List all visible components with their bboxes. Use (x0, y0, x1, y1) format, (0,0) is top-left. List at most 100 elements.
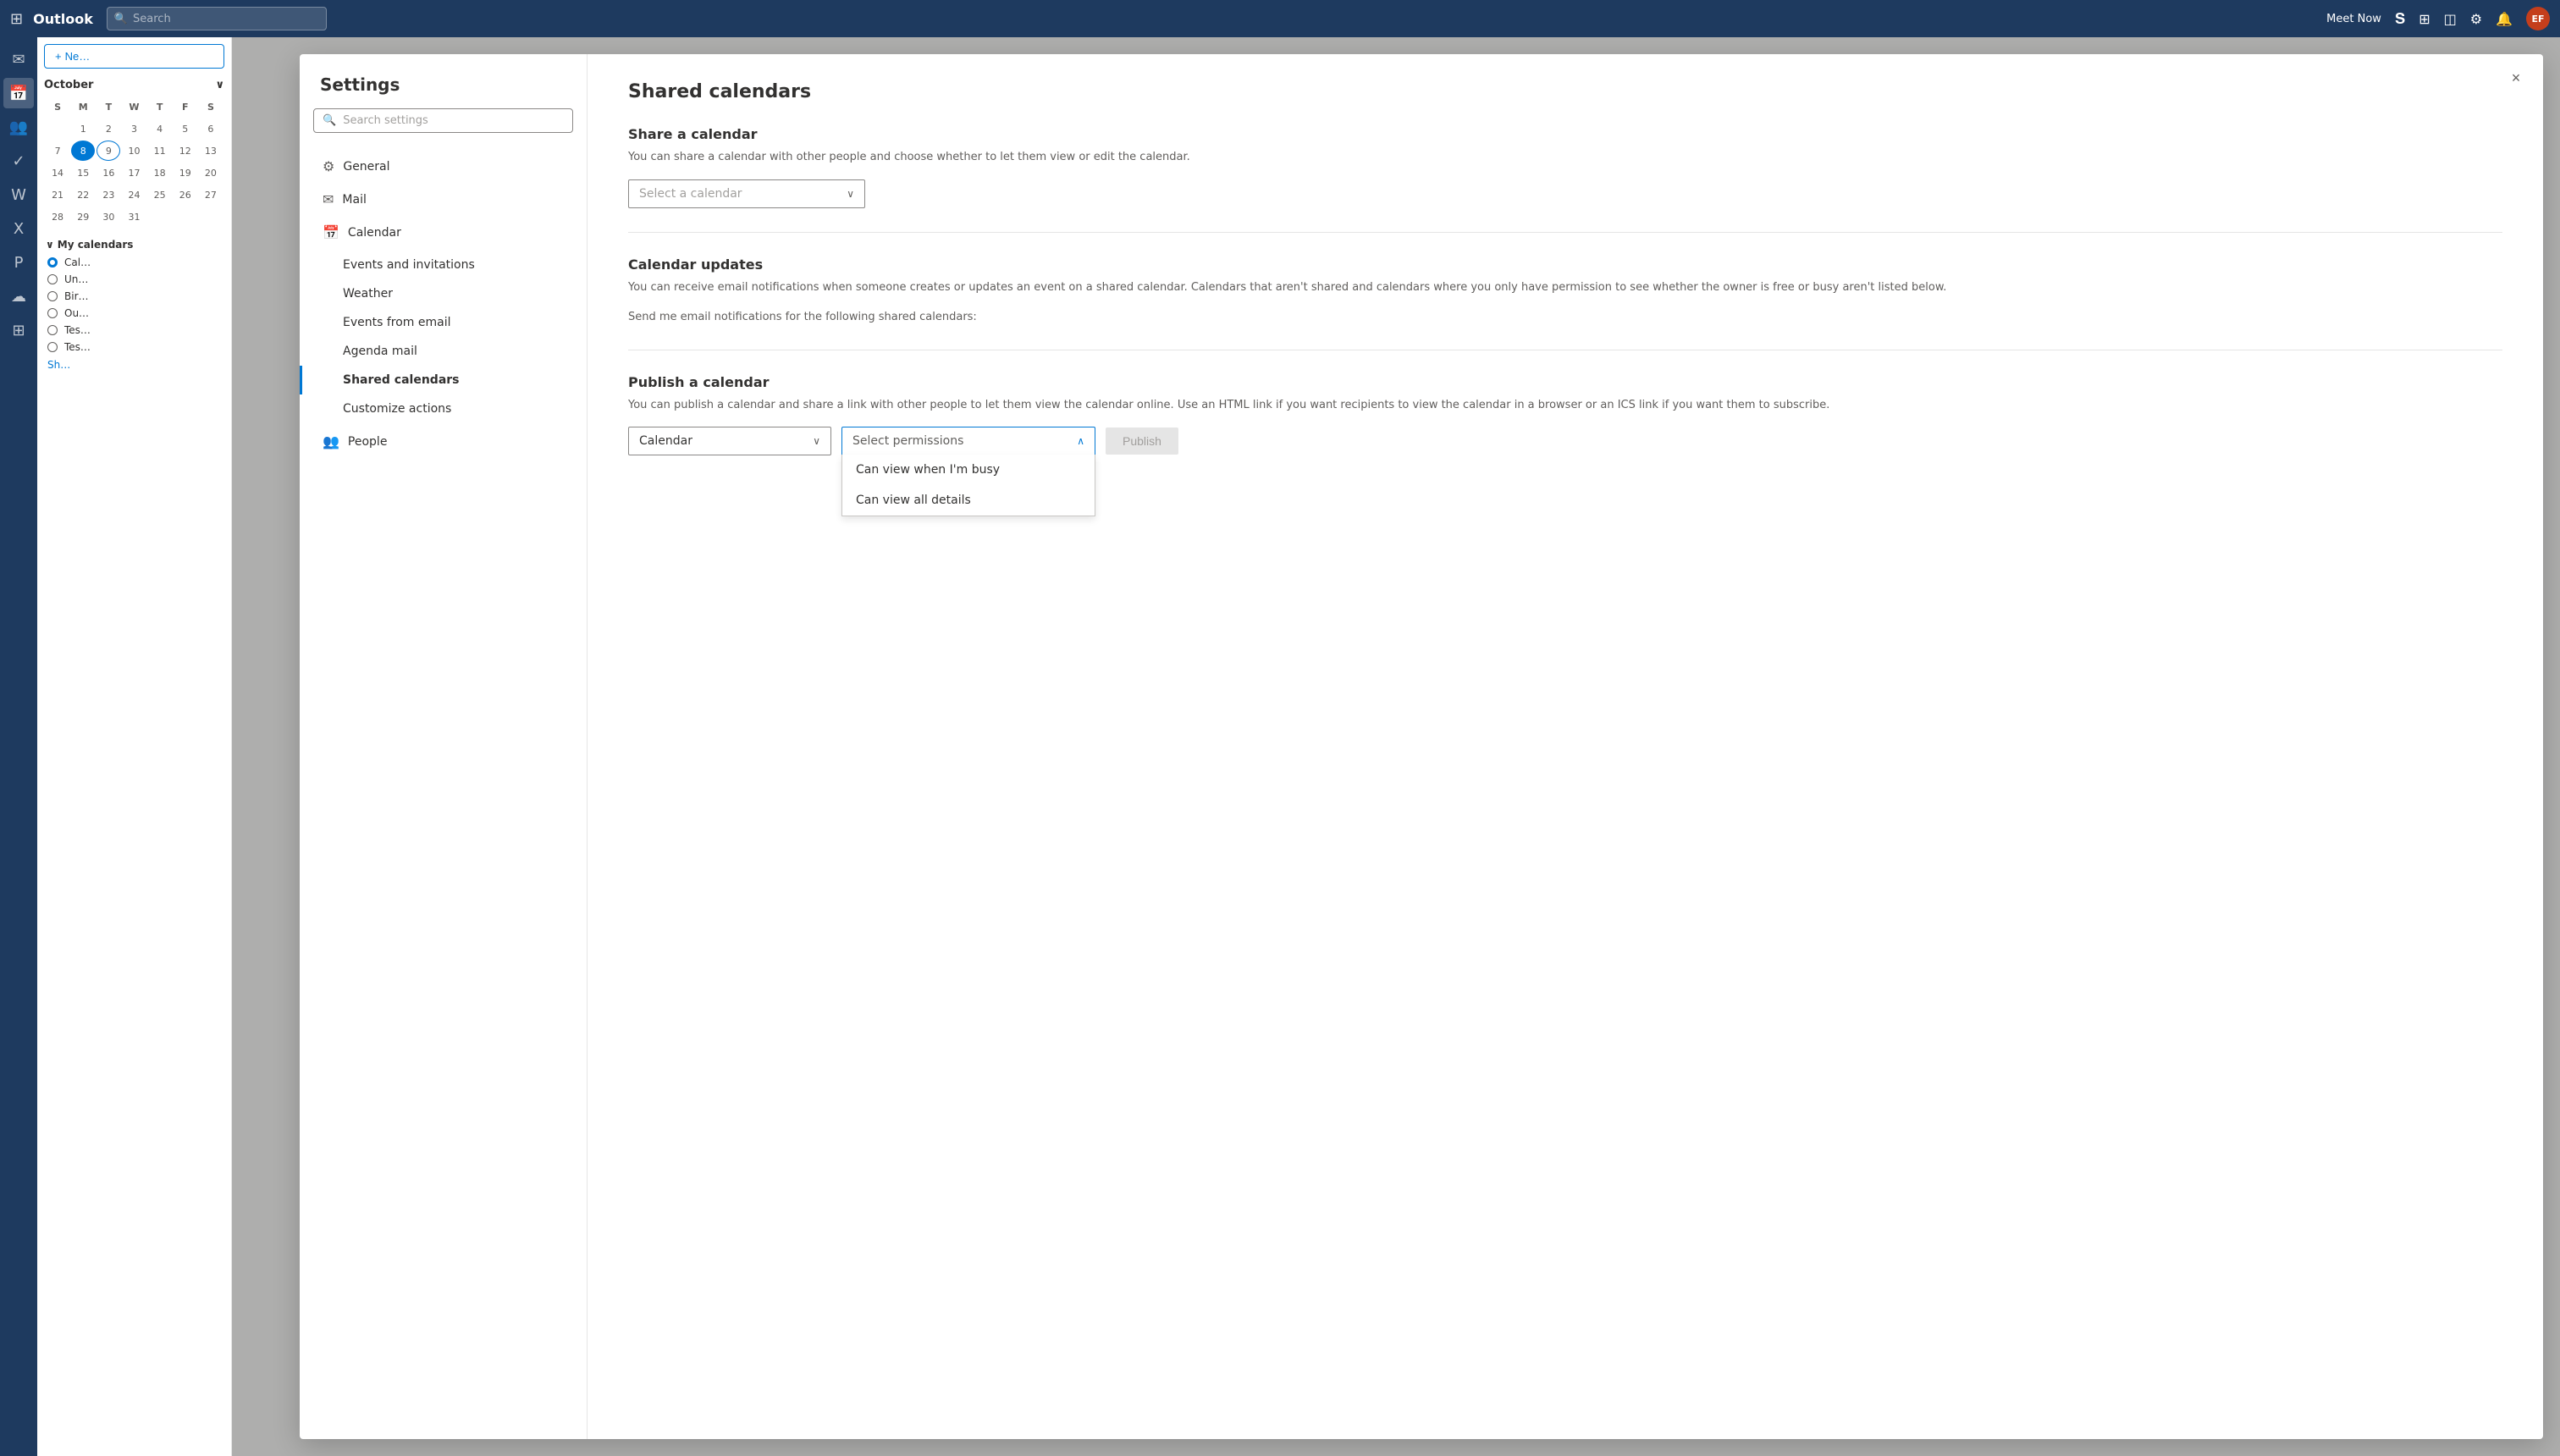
nav-icon-powerpoint[interactable]: P (3, 247, 34, 278)
cal-day[interactable]: 7 (46, 141, 69, 161)
select-calendar-dropdown[interactable]: Select a calendar ∨ (628, 179, 865, 208)
nav-icon-people[interactable]: 👥 (3, 112, 34, 142)
cal-day[interactable]: 2 (97, 119, 120, 139)
select-permissions-dropdown[interactable]: Select permissions ∧ (841, 427, 1095, 455)
nav-item-calendar[interactable]: 📅 Calendar (300, 216, 587, 249)
cal-day[interactable]: 15 (71, 163, 95, 183)
cal-day[interactable]: 11 (148, 141, 172, 161)
list-item: Tes… (44, 322, 224, 339)
cal-day[interactable]: 21 (46, 185, 69, 205)
day-header-s2: S (199, 97, 223, 117)
settings-modal: Settings 🔍 Search settings ⚙ General (300, 54, 2543, 1439)
calendar-radio[interactable] (47, 291, 58, 301)
chevron-down-icon: ∨ (847, 188, 854, 200)
cal-day[interactable]: 23 (97, 185, 120, 205)
nav-icon-apps[interactable]: ⊞ (3, 315, 34, 345)
nav-icon-tasks[interactable]: ✓ (3, 146, 34, 176)
cal-day[interactable]: 1 (71, 119, 95, 139)
show-from-link[interactable]: Sh… (44, 356, 224, 374)
chevron-up-icon: ∧ (1077, 435, 1084, 447)
cal-day[interactable] (148, 207, 172, 227)
search-settings-input[interactable]: 🔍 Search settings (313, 108, 573, 133)
cal-day[interactable]: 14 (46, 163, 69, 183)
publish-button[interactable]: Publish (1106, 427, 1178, 455)
nav-subitem-customize-actions[interactable]: Customize actions (300, 394, 587, 423)
nav-icon-word[interactable]: W (3, 179, 34, 210)
new-button-label: Ne… (65, 50, 91, 63)
calendar-radio[interactable] (47, 257, 58, 267)
cal-day[interactable]: 10 (122, 141, 146, 161)
main-area: ✉ 📅 👥 ✓ W X P ☁ ⊞ + Ne… October ∨ (0, 37, 2560, 1456)
help-icon[interactable]: 🔔 (2496, 11, 2513, 27)
chevron-icon: ∨ (46, 239, 54, 251)
calendar-radio[interactable] (47, 325, 58, 335)
cal-day[interactable]: 20 (199, 163, 223, 183)
calendar-radio[interactable] (47, 342, 58, 352)
grid-icon[interactable]: ⊞ (10, 10, 23, 28)
close-button[interactable]: × (2502, 64, 2530, 91)
cal-day[interactable]: 22 (71, 185, 95, 205)
cal-day[interactable]: 31 (122, 207, 146, 227)
nav-subitem-events-invitations[interactable]: Events and invitations (300, 251, 587, 279)
settings-icon[interactable]: ⚙ (2470, 11, 2482, 27)
cal-day-today[interactable]: 8 (71, 141, 95, 161)
nav-item-mail[interactable]: ✉ Mail (300, 183, 587, 216)
cal-day[interactable]: 4 (148, 119, 172, 139)
calendar-radio[interactable] (47, 274, 58, 284)
new-event-button[interactable]: + Ne… (44, 44, 224, 69)
left-nav: ✉ 📅 👥 ✓ W X P ☁ ⊞ (0, 37, 37, 1456)
nav-subitem-events-email[interactable]: Events from email (300, 308, 587, 337)
cal-day[interactable]: 19 (174, 163, 197, 183)
nav-icon-calendar[interactable]: 📅 (3, 78, 34, 108)
cal-day[interactable]: 17 (122, 163, 146, 183)
permission-option-details[interactable]: Can view all details (842, 485, 1095, 516)
cal-day[interactable]: 3 (122, 119, 146, 139)
calendar-main: Settings 🔍 Search settings ⚙ General (232, 37, 2560, 1456)
cal-day[interactable]: 30 (97, 207, 120, 227)
mail-icon: ✉ (323, 191, 334, 207)
avatar[interactable]: EF (2526, 7, 2550, 30)
cal-day[interactable]: 13 (199, 141, 223, 161)
cal-day[interactable] (46, 119, 69, 139)
cal-day[interactable]: 29 (71, 207, 95, 227)
cal-day[interactable]: 25 (148, 185, 172, 205)
nav-subitem-weather[interactable]: Weather (300, 279, 587, 308)
nav-icon-mail[interactable]: ✉ (3, 44, 34, 74)
nav-subitem-agenda-mail[interactable]: Agenda mail (300, 337, 587, 366)
cal-day[interactable]: 28 (46, 207, 69, 227)
mini-calendar-header[interactable]: October ∨ (44, 75, 224, 95)
cal-day[interactable]: 5 (174, 119, 197, 139)
calendar-radio[interactable] (47, 308, 58, 318)
nav-item-general[interactable]: ⚙ General (300, 150, 587, 183)
cal-day[interactable]: 26 (174, 185, 197, 205)
nav-subitem-shared-calendars[interactable]: Shared calendars (300, 366, 587, 394)
shared-calendars-label: Shared calendars (343, 373, 460, 387)
cal-day[interactable] (199, 207, 223, 227)
cal-day[interactable]: 16 (97, 163, 120, 183)
nav-icon-onedrive[interactable]: ☁ (3, 281, 34, 312)
cal-day[interactable]: 6 (199, 119, 223, 139)
general-icon: ⚙ (323, 158, 334, 174)
cal-day-selected[interactable]: 9 (97, 141, 120, 161)
skype-icon[interactable]: 𝐒 (2395, 10, 2405, 28)
translate-icon[interactable]: ⊞ (2419, 11, 2430, 27)
my-calendars-header[interactable]: ∨ My calendars (44, 235, 224, 254)
permission-option-busy[interactable]: Can view when I'm busy (842, 455, 1095, 485)
cal-day[interactable]: 12 (174, 141, 197, 161)
cal-day[interactable]: 18 (148, 163, 172, 183)
feedback-icon[interactable]: ◫ (2444, 11, 2457, 27)
share-calendar-section: Share a calendar You can share a calenda… (628, 126, 2502, 208)
mini-calendar: S M T W T F S 1 2 3 4 (44, 95, 224, 229)
publish-row: Calendar ∨ Select permissions ∧ Can view… (628, 427, 2502, 455)
cal-day[interactable]: 27 (199, 185, 223, 205)
meet-now-label[interactable]: Meet Now (2326, 13, 2381, 25)
events-email-label: Events from email (343, 316, 451, 329)
settings-nav: ⚙ General ✉ Mail 📅 Calendar (300, 146, 587, 1439)
publish-calendar-dropdown[interactable]: Calendar ∨ (628, 427, 831, 455)
people-label: People (348, 435, 388, 449)
nav-item-people[interactable]: 👥 People (300, 425, 587, 458)
cal-day[interactable] (174, 207, 197, 227)
search-box[interactable]: 🔍 Search (107, 7, 327, 30)
nav-icon-excel[interactable]: X (3, 213, 34, 244)
cal-day[interactable]: 24 (122, 185, 146, 205)
